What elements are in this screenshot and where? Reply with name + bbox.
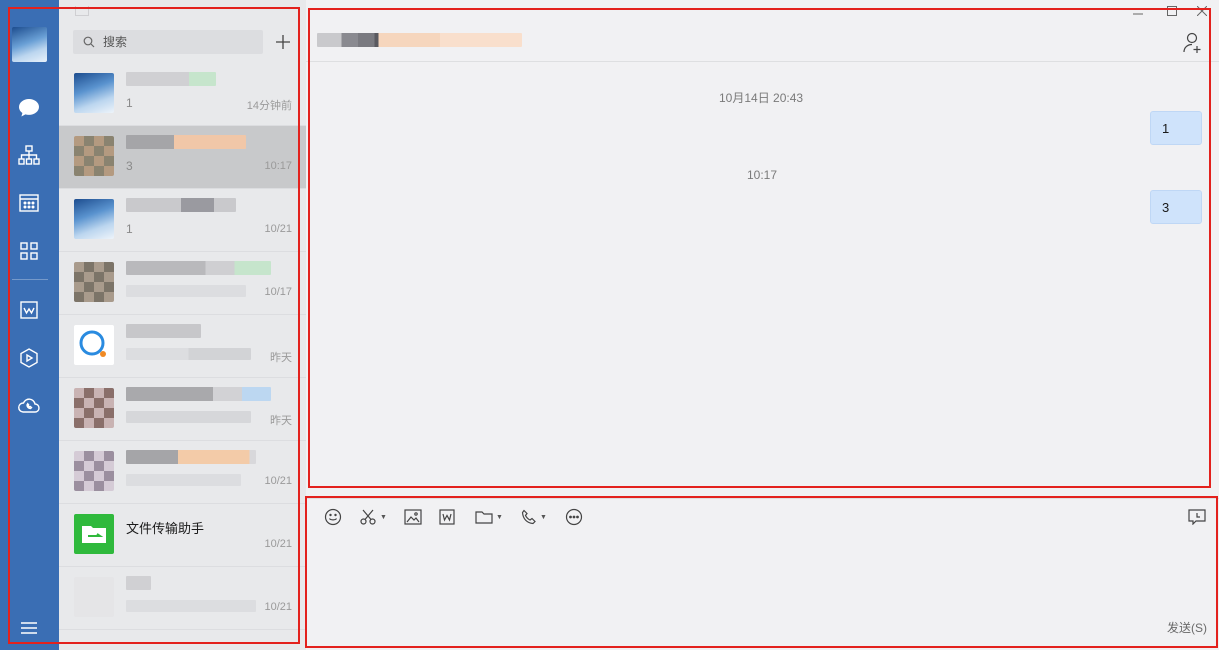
session-avatar <box>74 451 114 491</box>
session-name-redacted <box>126 387 271 401</box>
session-time: 10:17 <box>264 160 292 172</box>
rail-divider <box>12 279 48 280</box>
session-item[interactable]: 昨天 <box>59 378 306 441</box>
search-box[interactable] <box>73 30 263 54</box>
session-item[interactable]: 1 10/21 <box>59 189 306 252</box>
search-input[interactable] <box>103 35 253 49</box>
menu-icon[interactable] <box>14 613 44 643</box>
close-icon[interactable] <box>1193 4 1211 18</box>
session-avatar <box>74 73 114 113</box>
session-preview: 1 <box>126 222 133 236</box>
minimize-icon[interactable] <box>1129 4 1147 18</box>
session-item-active[interactable]: 3 10:17 <box>59 126 306 189</box>
session-time: 10/21 <box>264 223 292 235</box>
message-input[interactable] <box>318 535 1198 611</box>
session-name-redacted <box>126 198 236 212</box>
session-preview-redacted <box>126 348 251 360</box>
session-item[interactable]: 10/17 <box>59 252 306 315</box>
word-doc-icon[interactable] <box>439 506 455 528</box>
image-icon[interactable] <box>404 506 422 528</box>
session-preview: 3 <box>126 159 133 173</box>
chat-panel: 10月14日 20:43 1 10:17 3 ▼ ▼ ▼ 发送(S) <box>306 0 1219 650</box>
wechat-work-window: 1 14分钟前 3 10:17 1 10/21 10/17 <box>0 0 1219 650</box>
chevron-down-icon: ▼ <box>540 513 547 521</box>
session-time: 昨天 <box>270 352 292 364</box>
session-item-file-transfer[interactable]: 文件传输助手 10/21 <box>59 504 306 567</box>
session-avatar <box>74 388 114 428</box>
folder-transfer-icon <box>74 514 114 554</box>
session-name: 文件传输助手 <box>126 521 205 536</box>
session-item[interactable]: 1 14分钟前 <box>59 63 306 126</box>
add-member-icon[interactable] <box>1183 32 1203 54</box>
session-name-redacted <box>126 324 201 338</box>
session-item[interactable]: 昨天 <box>59 315 306 378</box>
add-icon[interactable] <box>273 32 293 52</box>
session-time: 10/17 <box>264 286 292 298</box>
avatar[interactable] <box>12 27 47 62</box>
session-time: 10/21 <box>264 538 292 550</box>
session-name-redacted <box>126 576 151 590</box>
folder-icon[interactable]: ▼ <box>475 506 503 528</box>
calendar-icon[interactable] <box>14 188 44 218</box>
search-icon <box>83 36 95 48</box>
session-list: 1 14分钟前 3 10:17 1 10/21 10/17 <box>59 0 306 650</box>
chat-history-icon[interactable] <box>1188 506 1206 528</box>
session-avatar <box>74 577 114 617</box>
session-item[interactable]: 10/21 <box>59 567 306 630</box>
send-button[interactable]: 发送(S) <box>1167 619 1207 636</box>
chevron-down-icon: ▼ <box>380 513 387 521</box>
session-name-redacted <box>126 450 256 464</box>
org-icon[interactable] <box>14 140 44 170</box>
window-pin-icon[interactable] <box>75 6 89 16</box>
session-avatar <box>74 262 114 302</box>
session-preview-redacted <box>126 474 241 486</box>
session-name-redacted <box>126 135 246 149</box>
session-preview-redacted <box>126 285 246 297</box>
chat-title-redacted <box>317 33 522 47</box>
apps-icon[interactable] <box>14 236 44 266</box>
drive-icon[interactable] <box>14 343 44 373</box>
session-time: 14分钟前 <box>246 100 292 112</box>
session-avatar <box>74 325 114 365</box>
time-separator: 10:17 <box>747 168 778 182</box>
nav-rail <box>0 0 59 650</box>
session-name-redacted <box>126 261 271 275</box>
chat-icon[interactable] <box>14 93 44 123</box>
phone-icon[interactable]: ▼ <box>521 506 547 528</box>
session-name-redacted <box>126 72 216 86</box>
session-avatar <box>74 136 114 176</box>
document-icon[interactable] <box>14 295 44 325</box>
chat-header <box>306 0 1219 62</box>
session-time: 10/21 <box>264 475 292 487</box>
session-avatar <box>74 199 114 239</box>
session-preview: 1 <box>126 96 133 110</box>
message-bubble[interactable]: 1 <box>1150 111 1202 145</box>
time-separator: 10月14日 20:43 <box>719 91 804 105</box>
session-item[interactable]: 10/21 <box>59 441 306 504</box>
cloud-phone-icon[interactable] <box>14 391 44 421</box>
composer: ▼ ▼ ▼ 发送(S) <box>306 498 1219 650</box>
session-preview-redacted <box>126 600 256 612</box>
more-icon[interactable] <box>565 506 583 528</box>
emoji-icon[interactable] <box>324 506 342 528</box>
session-time: 昨天 <box>270 415 292 427</box>
chevron-down-icon: ▼ <box>496 513 503 521</box>
message-bubble[interactable]: 3 <box>1150 190 1202 224</box>
session-time: 10/21 <box>264 601 292 613</box>
session-preview-redacted <box>126 411 251 423</box>
scissors-icon[interactable]: ▼ <box>359 506 387 528</box>
maximize-icon[interactable] <box>1163 4 1181 18</box>
